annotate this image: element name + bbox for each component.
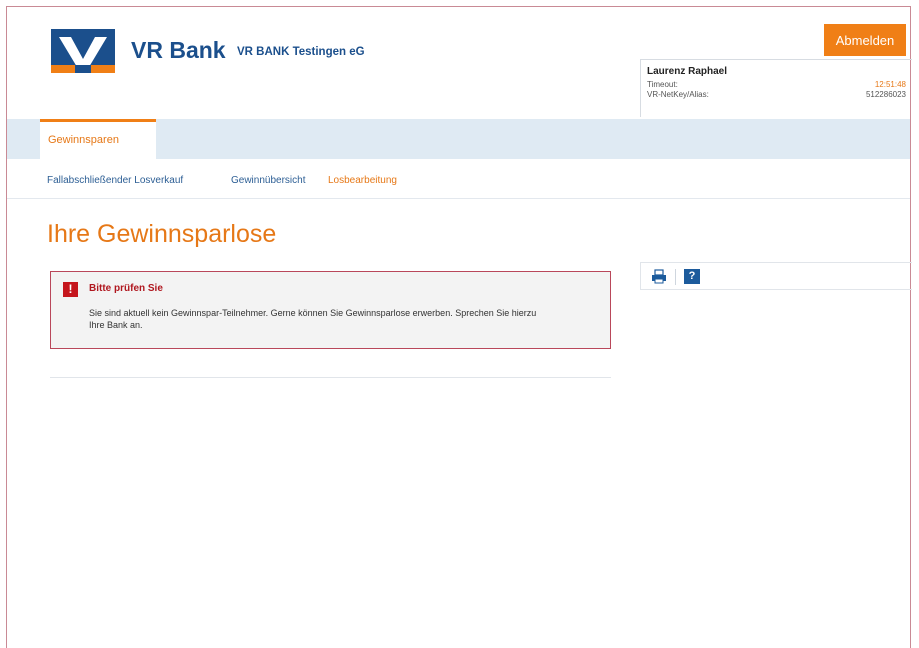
bank-subtitle: VR BANK Testingen eG — [236, 46, 365, 58]
alias-row: VR-NetKey/Alias: 512286023 — [647, 90, 906, 100]
alert-title: Bitte prüfen Sie — [89, 283, 163, 294]
sub-navigation: Fallabschließender Losverkauf Gewinnüber… — [7, 159, 910, 199]
header: VR Bank VR BANK Testingen eG Abmelden La… — [7, 7, 912, 119]
print-icon[interactable] — [651, 269, 667, 284]
timeout-label: Timeout: — [647, 80, 678, 89]
page-title: Ihre Gewinnsparlose — [47, 220, 277, 248]
help-icon[interactable]: ? — [684, 269, 700, 284]
main-tab-bar: Gewinnsparen — [7, 119, 910, 159]
user-info-box: Laurenz Raphael Timeout: 12:51:48 VR-Net… — [640, 59, 912, 117]
timeout-value: 12:51:48 — [874, 80, 906, 89]
subnav-item-losverkauf[interactable]: Fallabschließender Losverkauf — [47, 175, 183, 186]
content-divider — [50, 377, 611, 378]
bank-logo — [51, 29, 115, 73]
subnav-item-losbearbeitung[interactable]: Losbearbeitung — [328, 175, 397, 186]
toolbox-separator — [675, 269, 676, 285]
timeout-row: Timeout: 12:51:48 — [647, 80, 906, 90]
bank-name-text: VR Bank — [131, 37, 226, 63]
alias-label: VR-NetKey/Alias: — [647, 90, 709, 99]
page-frame: VR Bank VR BANK Testingen eG Abmelden La… — [6, 6, 912, 648]
bank-name: VR Bank VR BANK Testingen eG — [131, 37, 365, 64]
subnav-item-gewinnuebersicht[interactable]: Gewinnübersicht — [231, 175, 305, 186]
toolbox: ? — [640, 262, 912, 290]
alias-value: 512286023 — [865, 90, 906, 99]
tab-gewinnsparen[interactable]: Gewinnsparen — [40, 119, 156, 159]
logout-button[interactable]: Abmelden — [824, 24, 906, 56]
user-name: Laurenz Raphael — [647, 66, 728, 77]
error-icon: ! — [63, 282, 78, 297]
alert-message: Sie sind aktuell kein Gewinnspar-Teilneh… — [89, 308, 537, 330]
error-alert: ! Bitte prüfen Sie Sie sind aktuell kein… — [50, 271, 611, 349]
